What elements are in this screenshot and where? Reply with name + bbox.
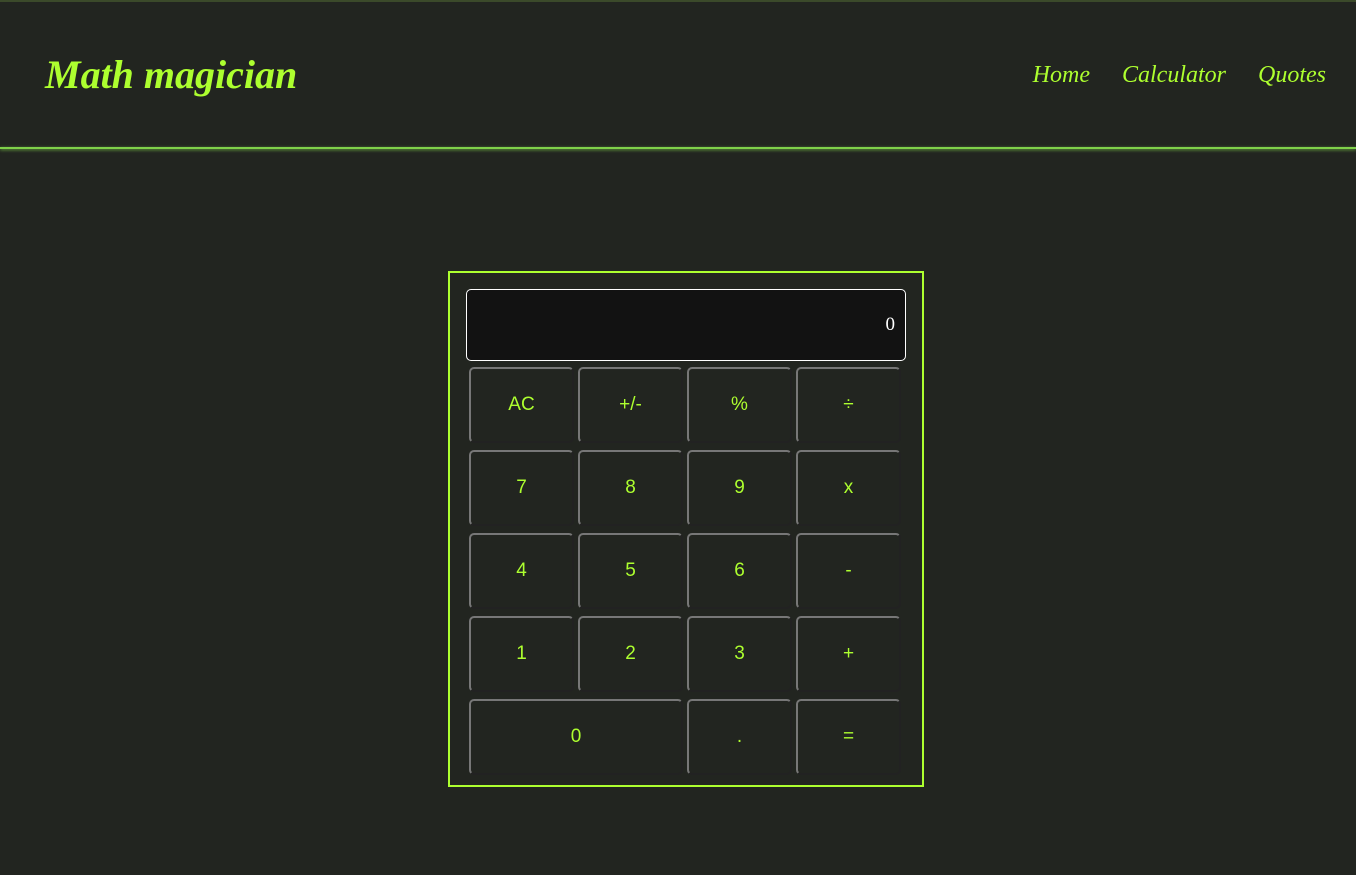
key-0[interactable]: 0 — [469, 699, 683, 775]
nav-link-calculator[interactable]: Calculator — [1122, 60, 1226, 90]
key-2[interactable]: 2 — [578, 616, 683, 692]
key-5[interactable]: 5 — [578, 533, 683, 609]
key-6[interactable]: 6 — [687, 533, 792, 609]
key-multiply[interactable]: x — [796, 450, 901, 526]
header-divider — [0, 147, 1356, 149]
key-minus[interactable]: - — [796, 533, 901, 609]
key-9[interactable]: 9 — [687, 450, 792, 526]
key-3[interactable]: 3 — [687, 616, 792, 692]
site-title: Math magician — [45, 52, 298, 97]
main-nav: Home Calculator Quotes — [1033, 60, 1326, 90]
nav-link-quotes[interactable]: Quotes — [1258, 60, 1326, 90]
calculator-keypad: AC +/- % ÷ 7 8 9 x 4 5 6 - 1 2 3 + 0 . = — [469, 367, 903, 775]
key-equals[interactable]: = — [796, 699, 901, 775]
key-percent[interactable]: % — [687, 367, 792, 443]
key-divide[interactable]: ÷ — [796, 367, 901, 443]
calculator: 0 AC +/- % ÷ 7 8 9 x 4 5 6 - 1 2 3 + 0 .… — [448, 271, 924, 787]
key-7[interactable]: 7 — [469, 450, 574, 526]
key-decimal[interactable]: . — [687, 699, 792, 775]
calculator-display: 0 — [466, 289, 906, 361]
key-1[interactable]: 1 — [469, 616, 574, 692]
nav-link-home[interactable]: Home — [1033, 60, 1090, 90]
key-ac[interactable]: AC — [469, 367, 574, 443]
site-header: Math magician Home Calculator Quotes — [0, 2, 1356, 148]
key-4[interactable]: 4 — [469, 533, 574, 609]
key-plus-minus[interactable]: +/- — [578, 367, 683, 443]
key-plus[interactable]: + — [796, 616, 901, 692]
key-8[interactable]: 8 — [578, 450, 683, 526]
